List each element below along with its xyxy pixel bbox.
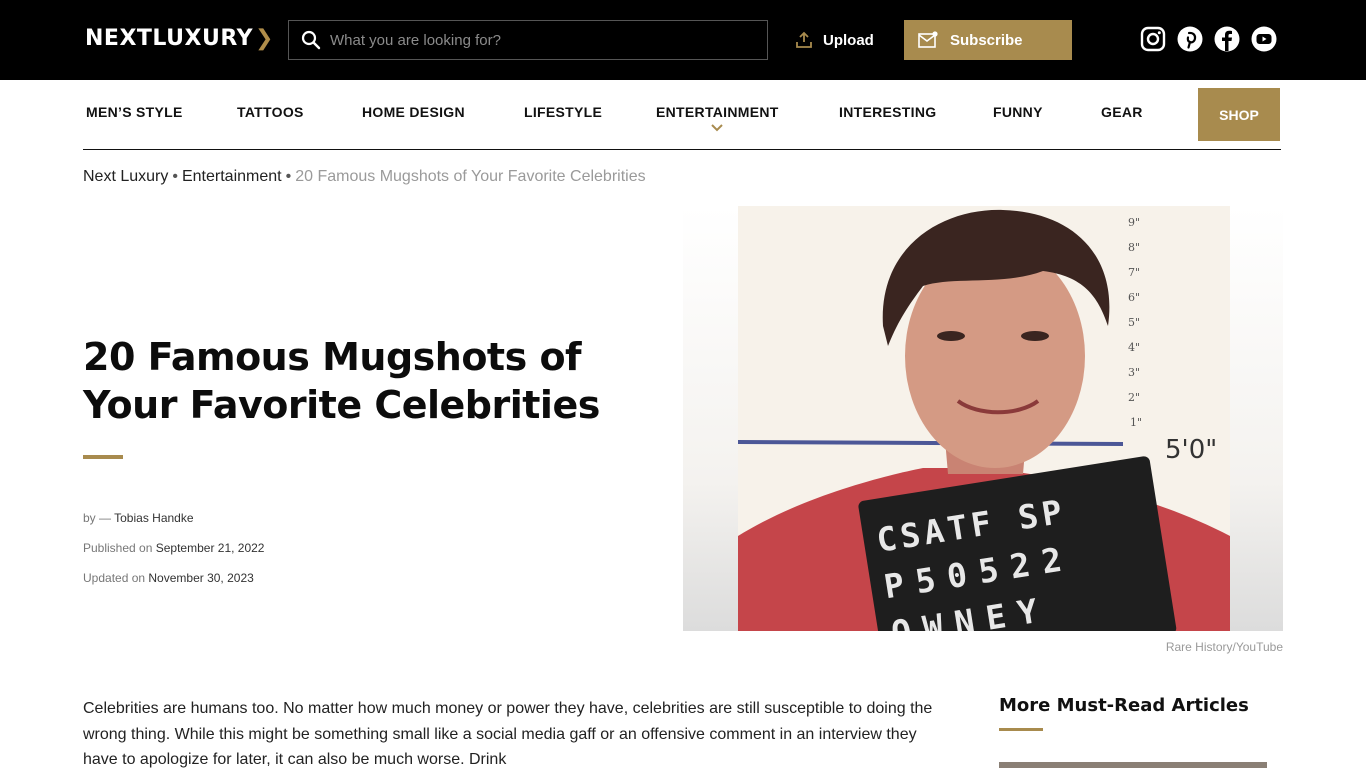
ruler-mark: 6" [1128,291,1140,304]
hero-image: CSATF SP P50522 OWNEY 9" 8" 7" 6" 5" 4" … [683,206,1283,631]
social-links [1140,26,1277,52]
upload-icon [796,31,812,48]
breadcrumb-link-home[interactable]: Next Luxury [83,168,168,185]
updated-date: November 30, 2023 [148,571,254,585]
updated-prefix: Updated on [83,571,149,585]
published-date: September 21, 2022 [155,541,265,555]
nav-item-mens-style[interactable]: MEN’S STYLE [86,104,183,120]
sidebar-article-thumbnail[interactable] [999,762,1267,768]
breadcrumb: Next Luxury • Entertainment • 20 Famous Mugs… [83,168,646,186]
ruler-mark: 1" [1130,416,1142,429]
youtube-icon[interactable] [1251,26,1277,52]
site-logo[interactable]: NEXTLUXURY❯ [85,26,274,51]
article-author: by — Tobias Handke [83,511,194,525]
ruler-mark: 3" [1128,366,1140,379]
nav-item-entertainment[interactable]: ENTERTAINMENT [656,104,779,132]
subscribe-button[interactable]: Subscribe [904,20,1072,60]
top-header: NEXTLUXURY❯ Upload Subscribe [0,0,1366,80]
article-published: Published on September 21, 2022 [83,541,264,555]
subscribe-label: Subscribe [950,31,1023,49]
chevron-down-icon [711,124,724,132]
breadcrumb-current: 20 Famous Mugshots of Your Favorite Cele… [295,168,646,185]
title-divider [83,455,123,459]
search-icon[interactable] [301,30,321,50]
search-input[interactable] [321,21,767,59]
height-label: 5'0" [1165,435,1217,465]
published-prefix: Published on [83,541,156,555]
ruler-mark: 2" [1128,391,1140,404]
breadcrumb-link-entertainment[interactable]: Entertainment [182,168,282,185]
author-link[interactable]: Tobias Handke [114,511,193,525]
nav-item-lifestyle[interactable]: LIFESTYLE [524,104,602,120]
mugshot-illustration: CSATF SP P50522 OWNEY 9" 8" 7" 6" 5" 4" … [683,206,1283,631]
main-nav: MEN’S STYLE TATTOOS HOME DESIGN LIFESTYL… [83,88,1281,150]
facebook-icon[interactable] [1214,26,1240,52]
image-credit: Rare History/YouTube [1165,640,1283,654]
page-title: 20 Famous Mugshots of Your Favorite Cele… [83,335,600,427]
ruler-mark: 7" [1128,266,1140,279]
breadcrumb-separator: • [172,168,178,185]
instagram-icon[interactable] [1140,26,1166,52]
breadcrumb-separator: • [285,168,292,185]
nav-item-gear[interactable]: GEAR [1101,104,1143,120]
upload-label: Upload [823,31,874,49]
nav-item-tattoos[interactable]: TATTOOS [237,104,304,120]
shop-button[interactable]: SHOP [1198,88,1280,141]
ruler-mark: 4" [1128,341,1140,354]
mail-icon [918,31,938,48]
author-prefix: by — [83,511,115,525]
ruler-mark: 9" [1128,216,1140,229]
logo-chevron-icon: ❯ [255,26,274,51]
sidebar-title-divider [999,728,1043,731]
article-intro: Celebrities are humans too. No matter ho… [83,700,933,768]
logo-text: NEXTLUXURY [85,26,254,51]
sidebar-title: More Must-Read Articles [999,695,1249,716]
ruler-mark: 8" [1128,241,1140,254]
nav-item-interesting[interactable]: INTERESTING [839,104,936,120]
nav-item-funny[interactable]: FUNNY [993,104,1043,120]
search-box[interactable] [288,20,768,60]
upload-button[interactable]: Upload [795,28,874,52]
ruler-mark: 5" [1128,316,1140,329]
nav-item-home-design[interactable]: HOME DESIGN [362,104,465,120]
article-updated: Updated on November 30, 2023 [83,571,254,585]
pinterest-icon[interactable] [1177,26,1203,52]
